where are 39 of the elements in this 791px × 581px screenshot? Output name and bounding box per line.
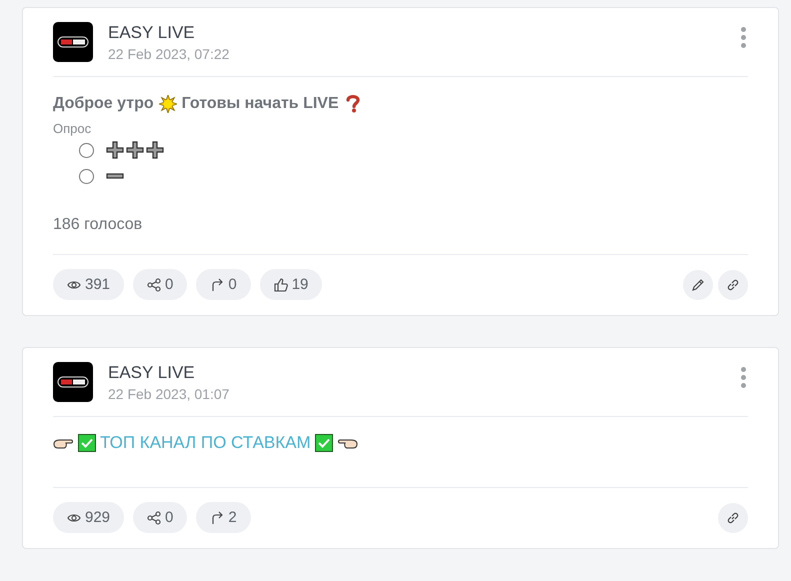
shares-counter[interactable]: 0 [133,269,188,300]
question-mark-icon [344,94,362,113]
link-button[interactable] [718,502,748,532]
poll-label: Опрос [53,121,92,136]
plus-icon [146,141,164,159]
forward-arrow-icon [210,510,224,524]
views-counter[interactable]: 929 [53,502,124,533]
post-text: Доброе утро [53,94,154,112]
avatar-icon [53,362,93,402]
vote-count: 186 голосов [53,216,144,234]
post-date: 22 Feb 2023, 07:22 [108,46,230,62]
link-icon [726,510,740,524]
shares-counter[interactable]: 0 [133,502,188,533]
likes-counter[interactable]: 19 [260,269,322,300]
checkmark-icon [314,434,333,452]
plus-icon [126,141,144,159]
more-menu-button[interactable] [739,367,748,388]
checkmark-icon [78,434,96,452]
avatar-icon [53,22,93,62]
share-icon [147,278,162,292]
post-date: 22 Feb 2023, 01:07 [108,386,230,402]
link-button[interactable] [718,270,748,300]
forwards-counter[interactable]: 0 [196,269,251,300]
pencil-icon [691,278,705,292]
edit-button[interactable] [683,270,713,300]
post-text: Готовы начать LIVE [182,94,339,112]
forwards-counter[interactable]: 2 [196,502,251,533]
forward-arrow-icon [210,278,224,292]
views-counter[interactable]: 391 [53,269,124,300]
sun-icon [158,94,177,112]
link-icon [726,278,740,292]
channel-name: EASY LIVE [108,362,196,382]
more-menu-button[interactable] [739,27,748,48]
plus-icon [106,141,124,159]
radio-button[interactable] [79,142,94,158]
radio-button[interactable] [79,168,94,184]
channel-name: EASY LIVE [108,22,196,42]
thumbs-up-icon [274,278,288,292]
share-icon [147,510,162,524]
